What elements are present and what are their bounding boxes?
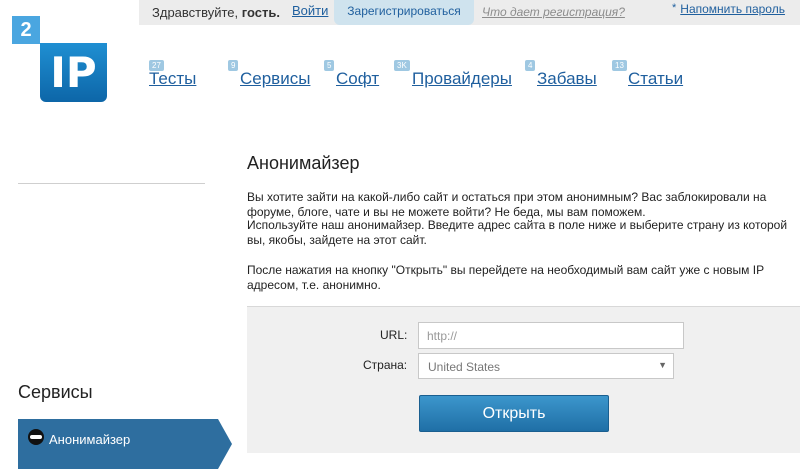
intro-paragraph: Вы хотите зайти на какой-либо сайт и ост… — [247, 190, 767, 219]
nav-badge: 4 — [525, 60, 536, 71]
registration-info-link[interactable]: Что дает регистрация? — [482, 5, 625, 19]
sidebar-item-anonymizer[interactable]: Анонимайзер — [18, 419, 232, 469]
nav-label[interactable]: Тесты — [149, 69, 196, 89]
country-value: United States — [428, 360, 501, 374]
url-label: URL: — [380, 328, 408, 342]
nav-label[interactable]: Провайдеры — [412, 69, 512, 89]
nav-label[interactable]: Сервисы — [240, 69, 310, 89]
asterisk-icon: * — [672, 2, 677, 14]
open-button[interactable]: Открыть — [419, 395, 609, 432]
page-title: Анонимайзер — [247, 153, 360, 173]
username: гость. — [241, 5, 280, 20]
logo-two: 2 — [12, 16, 40, 44]
note-paragraph: После нажатия на кнопку "Открыть" вы пер… — [247, 263, 764, 292]
remind-password-link[interactable]: Напомнить пароль — [680, 2, 785, 16]
nav-label[interactable]: Статьи — [628, 69, 683, 89]
sidebar-divider — [18, 183, 205, 184]
chevron-down-icon: ▼ — [658, 360, 667, 370]
sidebar-title: Сервисы — [18, 382, 93, 402]
register-button[interactable]: Зарегистрироваться — [334, 0, 474, 25]
greeting-text: Здравствуйте, гость. — [152, 5, 280, 20]
sidebar-item-label: Анонимайзер — [49, 432, 131, 447]
ninja-icon — [28, 429, 44, 445]
instructions-paragraph: Используйте наш анонимайзер. Введите адр… — [247, 218, 788, 247]
site-logo[interactable]: 2 IP — [12, 16, 108, 102]
nav-label[interactable]: Забавы — [537, 69, 597, 89]
logo-ip: IP — [40, 43, 107, 102]
nav-badge: 5 — [324, 60, 335, 71]
nav-label[interactable]: Софт — [336, 69, 379, 89]
nav-badge: 9 — [228, 60, 239, 71]
url-input[interactable] — [418, 322, 684, 349]
nav-badge: 13 — [612, 60, 627, 71]
login-link[interactable]: Войти — [292, 3, 328, 18]
remind-password[interactable]: * Напомнить пароль — [672, 2, 785, 16]
country-label: Страна: — [363, 358, 408, 372]
nav-badge: 3K — [394, 60, 410, 71]
country-select[interactable]: United States ▼ — [418, 353, 674, 379]
